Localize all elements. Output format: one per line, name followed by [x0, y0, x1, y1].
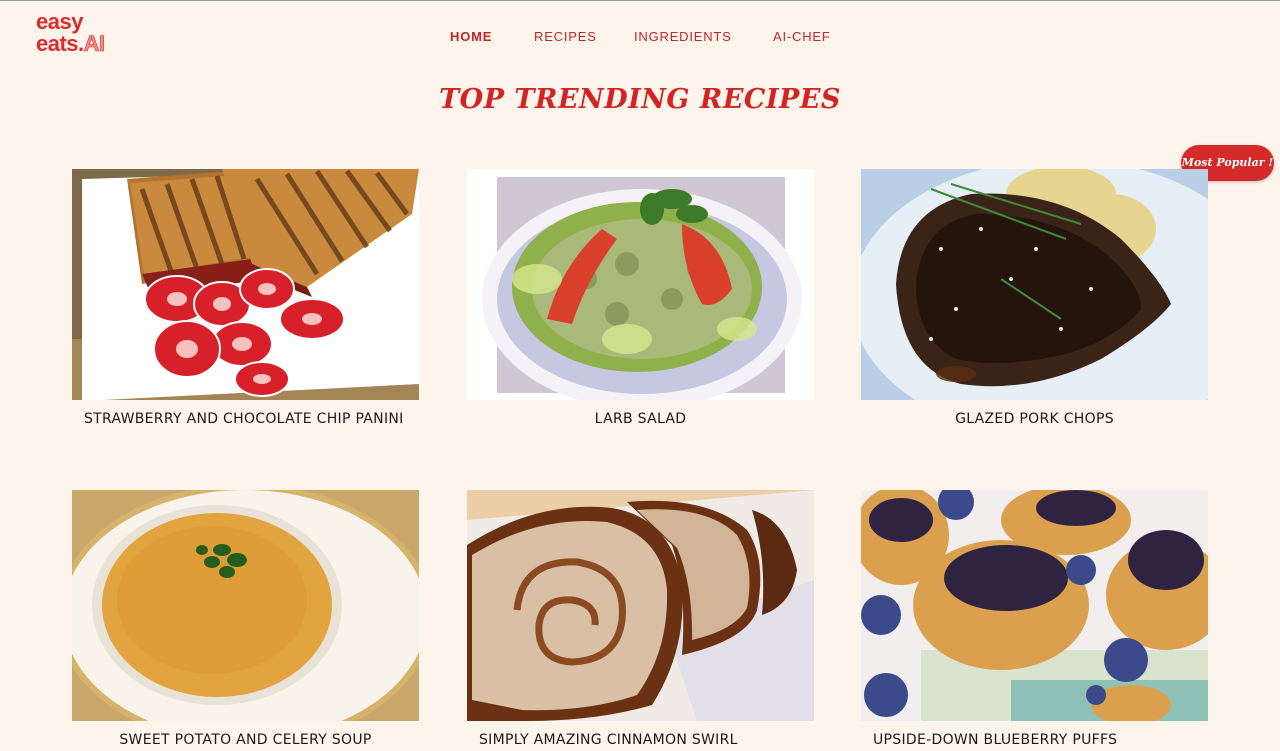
recipe-photo-blueberry-puffs[interactable] [861, 490, 1208, 721]
recipe-photo-cinnamon-swirl[interactable] [467, 490, 814, 721]
nav-item-ingredients[interactable]: INGREDIENTS [634, 29, 732, 44]
recipe-photo-pork-chops[interactable] [861, 169, 1208, 400]
page-title: TOP TRENDING RECIPES [439, 84, 841, 115]
recipe-name-larb-salad[interactable]: LARB SALAD [467, 409, 814, 430]
recipe-photo-panini[interactable] [72, 169, 419, 400]
recipe-name-panini[interactable]: STRAWBERRY AND CHOCOLATE CHIP PANINI [84, 409, 414, 430]
nav-item-home[interactable]: HOME [450, 29, 492, 44]
recipe-photo-larb-salad[interactable] [467, 169, 814, 400]
recipe-name-blueberry-puffs[interactable]: UPSIDE-DOWN BLUEBERRY PUFFS [873, 730, 1203, 751]
top-border [0, 0, 1280, 1]
nav-item-recipes[interactable]: RECIPES [534, 29, 597, 44]
recipe-photo-sweet-potato-soup[interactable] [72, 490, 419, 721]
recipe-name-sweet-potato-soup[interactable]: SWEET POTATO AND CELERY SOUP [72, 730, 419, 751]
recipe-name-pork-chops[interactable]: GLAZED PORK CHOPS [861, 409, 1208, 430]
nav-item-ai-chef[interactable]: AI-CHEF [773, 29, 831, 44]
recipe-name-cinnamon-swirl[interactable]: SIMPLY AMAZING CINNAMON SWIRL [479, 730, 809, 751]
main-nav: HOME RECIPES INGREDIENTS AI-CHEF [0, 29, 1280, 45]
